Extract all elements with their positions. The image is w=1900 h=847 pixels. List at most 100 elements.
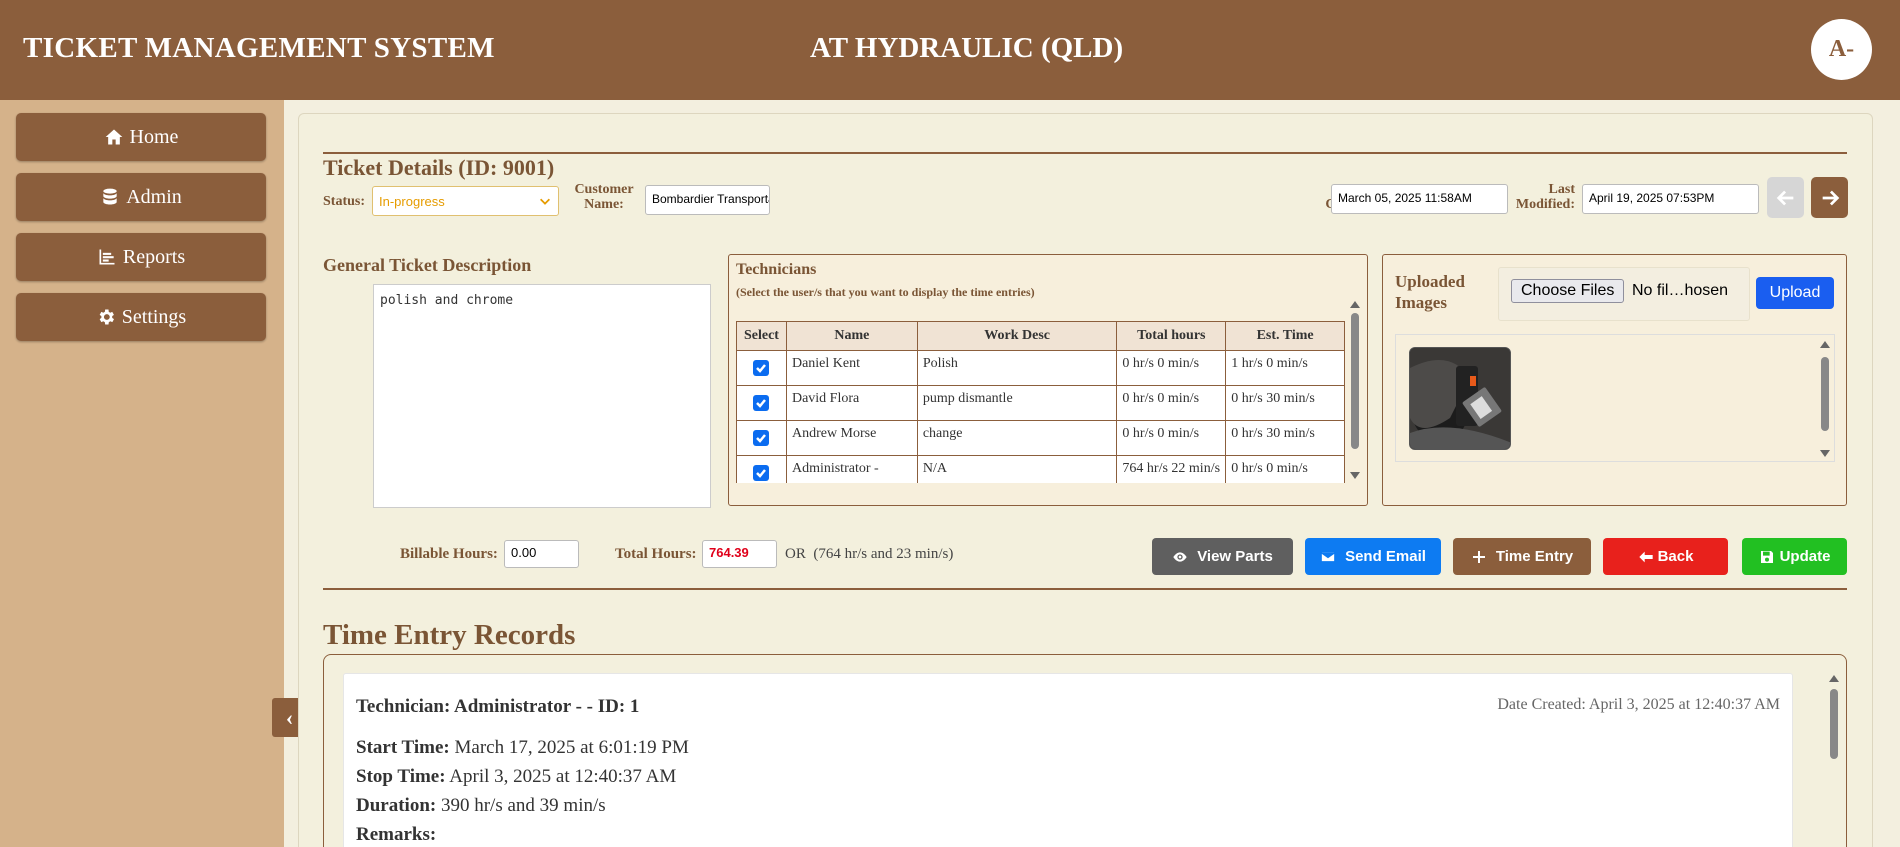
record-duration: Duration: 390 hr/s and 39 min/s bbox=[356, 795, 606, 817]
sidebar-item-label: Settings bbox=[121, 305, 187, 328]
select-cell bbox=[736, 455, 787, 483]
ticket-title: Ticket Details (ID: 9001) bbox=[323, 155, 555, 180]
file-picker: Choose Files No fil…hosen bbox=[1498, 267, 1750, 321]
column-header: Work Desc bbox=[916, 321, 1118, 351]
images-scrollbar[interactable] bbox=[1818, 339, 1832, 459]
scroll-thumb[interactable] bbox=[1351, 313, 1359, 449]
upload-button[interactable]: Upload bbox=[1756, 277, 1834, 309]
eye-icon bbox=[1173, 551, 1187, 562]
chevron-down-icon bbox=[540, 198, 550, 205]
scroll-down-icon[interactable] bbox=[1820, 450, 1830, 457]
start-time-label: Start Time: bbox=[356, 737, 450, 758]
column-header: Select bbox=[736, 321, 787, 351]
check-icon bbox=[756, 468, 767, 478]
records-scrollbar[interactable] bbox=[1827, 673, 1841, 847]
send-email-button[interactable]: Send Email bbox=[1305, 538, 1441, 575]
arrow-left-icon bbox=[1776, 190, 1793, 205]
top-header: TICKET MANAGEMENT SYSTEM AT HYDRAULIC (Q… bbox=[0, 0, 1900, 100]
stop-time-value: April 3, 2025 at 12:40:37 AM bbox=[449, 766, 677, 787]
sidebar-item-admin[interactable]: Admin bbox=[16, 173, 266, 221]
time-entry-button[interactable]: Time Entry bbox=[1453, 538, 1591, 575]
duration-value: 390 hr/s and 39 min/s bbox=[440, 795, 606, 816]
status-value: In-progress bbox=[379, 193, 445, 209]
last-modified-input[interactable]: April 19, 2025 07:53PM bbox=[1582, 184, 1759, 214]
database-icon bbox=[103, 188, 117, 205]
last-modified-label: Last Modified: bbox=[1511, 182, 1575, 212]
sidebar-item-reports[interactable]: Reports bbox=[16, 233, 266, 281]
previous-ticket-button[interactable] bbox=[1767, 177, 1804, 218]
select-checkbox[interactable] bbox=[753, 429, 770, 446]
choose-files-button[interactable]: Choose Files bbox=[1511, 279, 1625, 303]
plus-icon bbox=[1472, 550, 1485, 563]
hydraulic-part-image bbox=[1410, 348, 1510, 449]
sidebar-item-home[interactable]: Home bbox=[16, 113, 266, 161]
app-title: TICKET MANAGEMENT SYSTEM bbox=[23, 32, 495, 64]
technicians-table: Select Name Work Desc Total hours Est. T… bbox=[736, 321, 1345, 483]
date-created-input[interactable]: March 05, 2025 11:58AM bbox=[1331, 184, 1508, 214]
gear-icon bbox=[99, 309, 114, 325]
last-modified-label-line1: Last bbox=[1548, 182, 1575, 197]
technicians-title: Technicians bbox=[736, 261, 817, 278]
sidebar-item-settings[interactable]: Settings bbox=[16, 293, 266, 341]
table-row: Daniel Kent Polish 0 hr/s 0 min/s 1 hr/s… bbox=[736, 350, 1345, 386]
customer-name-input[interactable]: Bombardier Transportation bbox=[645, 185, 770, 215]
total-hours-label: Total Hours: bbox=[615, 546, 697, 562]
update-label: Update bbox=[1779, 548, 1831, 565]
record-date-created: Date Created: April 3, 2025 at 12:40:37 … bbox=[1497, 696, 1780, 713]
scroll-up-icon[interactable] bbox=[1350, 301, 1360, 308]
record-start-time: Start Time: March 17, 2025 at 6:01:19 PM bbox=[356, 737, 689, 759]
uploaded-image-thumbnail[interactable] bbox=[1409, 347, 1511, 450]
sidebar-item-label: Reports bbox=[122, 245, 186, 268]
scroll-up-icon[interactable] bbox=[1829, 675, 1839, 682]
description-textarea[interactable]: polish and chrome bbox=[373, 284, 711, 508]
total-hours-breakdown: OR (764 hr/s and 23 min/s) bbox=[785, 546, 954, 562]
uploaded-images-title: Uploaded Images bbox=[1395, 272, 1465, 312]
update-button[interactable]: Update bbox=[1742, 538, 1847, 575]
select-checkbox[interactable] bbox=[753, 359, 770, 376]
back-button[interactable]: Back bbox=[1603, 538, 1728, 575]
home-icon bbox=[105, 129, 122, 145]
table-row: Andrew Morse change 0 hr/s 0 min/s 0 hr/… bbox=[736, 420, 1345, 456]
billable-hours-input[interactable]: 0.00 bbox=[504, 540, 579, 568]
send-email-label: Send Email bbox=[1345, 548, 1426, 565]
technicians-table-viewport: Select Name Work Desc Total hours Est. T… bbox=[736, 321, 1345, 483]
table-row: Administrator - N/A 764 hr/s 22 min/s 0 … bbox=[736, 455, 1345, 483]
envelope-icon bbox=[1320, 551, 1336, 562]
work-cell: Polish bbox=[916, 350, 1118, 386]
select-cell bbox=[736, 385, 787, 421]
select-cell bbox=[736, 420, 787, 456]
status-select[interactable]: In-progress bbox=[372, 186, 559, 216]
start-time-value: March 17, 2025 at 6:01:19 PM bbox=[454, 737, 689, 758]
total-cell: 764 hr/s 22 min/s bbox=[1116, 455, 1227, 483]
billable-hours-label: Billable Hours: bbox=[400, 546, 498, 562]
work-cell: N/A bbox=[916, 455, 1118, 483]
view-parts-label: View Parts bbox=[1197, 548, 1273, 565]
record-stop-time: Stop Time: April 3, 2025 at 12:40:37 AM bbox=[356, 766, 676, 788]
scroll-down-icon[interactable] bbox=[1350, 472, 1360, 479]
time-entry-records-box: Technician: Administrator - - ID: 1 Date… bbox=[323, 654, 1847, 847]
view-parts-button[interactable]: View Parts bbox=[1152, 538, 1293, 575]
scroll-thumb[interactable] bbox=[1830, 689, 1838, 759]
check-icon bbox=[756, 433, 767, 443]
customer-label-line1: Customer bbox=[574, 182, 634, 197]
images-gallery bbox=[1395, 334, 1835, 462]
status-label: Status: bbox=[323, 194, 366, 209]
next-ticket-button[interactable] bbox=[1811, 177, 1848, 218]
avatar[interactable]: A- bbox=[1811, 19, 1872, 80]
scroll-up-icon[interactable] bbox=[1820, 341, 1830, 348]
select-checkbox[interactable] bbox=[753, 464, 770, 481]
check-icon bbox=[756, 398, 767, 408]
arrow-right-icon bbox=[1822, 190, 1839, 205]
total-hours-input[interactable]: 764.39 bbox=[702, 540, 777, 568]
time-entry-records-title: Time Entry Records bbox=[323, 619, 576, 651]
divider bbox=[323, 588, 1847, 590]
sidebar-item-label: Admin bbox=[126, 185, 182, 208]
technicians-scrollbar[interactable] bbox=[1348, 299, 1362, 481]
customer-label-line2: Name: bbox=[584, 197, 624, 212]
arrow-left-icon bbox=[1638, 551, 1653, 562]
scroll-thumb[interactable] bbox=[1821, 357, 1829, 431]
name-cell: Administrator - bbox=[785, 455, 918, 483]
record-remarks: Remarks: bbox=[356, 824, 436, 846]
duration-label: Duration: bbox=[356, 795, 437, 816]
select-checkbox[interactable] bbox=[753, 394, 770, 411]
